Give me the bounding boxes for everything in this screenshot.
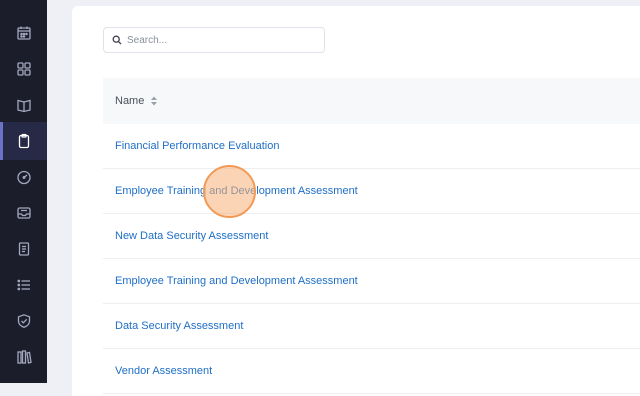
search-box[interactable] bbox=[103, 27, 325, 53]
sidebar-item-book[interactable] bbox=[0, 86, 47, 124]
inbox-icon bbox=[16, 207, 31, 219]
row-link[interactable]: New Data Security Assessment bbox=[115, 230, 268, 242]
sidebar-item-clipboard[interactable] bbox=[0, 122, 47, 160]
table-row: Employee Training and Development Assess… bbox=[103, 259, 640, 304]
library-icon bbox=[16, 350, 32, 364]
table-row: Data Security Assessment bbox=[103, 304, 640, 349]
main-panel: Name Financial Performance Evaluation Em… bbox=[72, 6, 640, 396]
sidebar-item-dashboard[interactable] bbox=[0, 50, 47, 88]
grid-icon bbox=[16, 0, 32, 5]
calendar-icon bbox=[16, 26, 31, 40]
dashboard-icon bbox=[16, 62, 31, 76]
sidebar-item-library[interactable] bbox=[0, 338, 47, 376]
clipboard-icon bbox=[18, 133, 29, 149]
table-header: Name bbox=[103, 78, 640, 124]
row-link[interactable]: Financial Performance Evaluation bbox=[115, 140, 279, 152]
row-link[interactable]: Employee Training and Development Assess… bbox=[115, 185, 358, 197]
row-link[interactable]: Employee Training and Development Assess… bbox=[115, 275, 358, 287]
sidebar-item-shield[interactable] bbox=[0, 302, 47, 340]
sidebar-item-inbox[interactable] bbox=[0, 194, 47, 232]
shield-check-icon bbox=[17, 314, 30, 328]
document-icon bbox=[18, 242, 29, 256]
sidebar-item-speedometer[interactable] bbox=[0, 158, 47, 196]
table-row: Financial Performance Evaluation bbox=[103, 124, 640, 169]
table-row: Employee Training and Development Assess… bbox=[103, 169, 640, 214]
sidebar bbox=[0, 0, 47, 383]
speedometer-icon bbox=[16, 170, 31, 185]
sidebar-item-list[interactable] bbox=[0, 266, 47, 304]
list-icon bbox=[16, 279, 30, 291]
book-icon bbox=[16, 99, 31, 113]
row-link[interactable]: Vendor Assessment bbox=[115, 365, 212, 377]
search-icon bbox=[112, 35, 122, 45]
table-row: Vendor Assessment bbox=[103, 349, 640, 394]
column-header-name[interactable]: Name bbox=[115, 95, 144, 107]
sidebar-item-calendar[interactable] bbox=[0, 14, 47, 52]
sort-icon[interactable] bbox=[150, 96, 158, 106]
sidebar-item-document[interactable] bbox=[0, 230, 47, 268]
row-link[interactable]: Data Security Assessment bbox=[115, 320, 243, 332]
table-row: New Data Security Assessment bbox=[103, 214, 640, 259]
search-input[interactable] bbox=[127, 34, 307, 46]
